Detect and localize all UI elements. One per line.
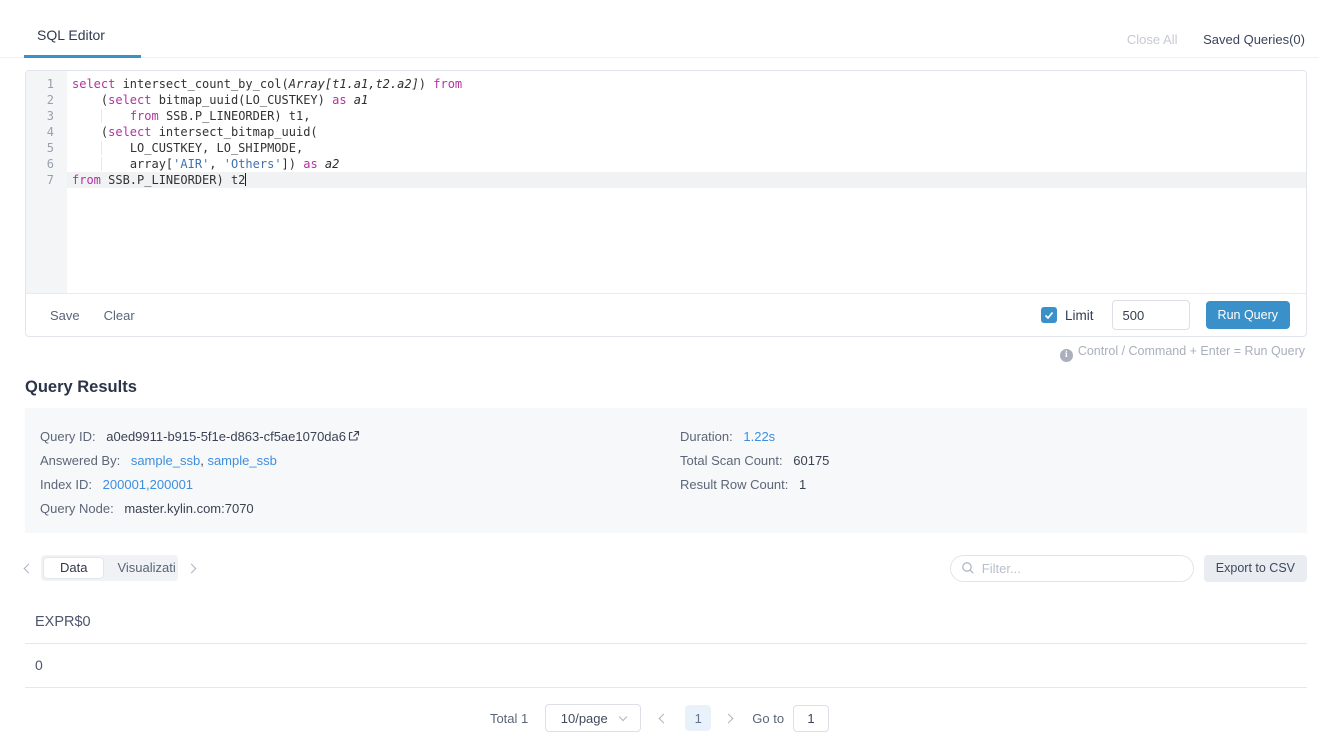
code-line[interactable]: (select bitmap_uuid(LO_CUSTKEY) as a1 — [67, 92, 1306, 108]
line-number: 3 — [26, 108, 54, 124]
page-number-active[interactable]: 1 — [685, 705, 711, 731]
code-editor[interactable]: 1234567 select intersect_count_by_col(Ar… — [26, 71, 1306, 293]
run-query-button[interactable]: Run Query — [1206, 301, 1290, 329]
next-page-icon[interactable] — [724, 713, 734, 723]
shortcut-hint: i Control / Command + Enter = Run Query — [0, 344, 1305, 362]
index-id-row: Index ID: 200001,200001 — [40, 473, 680, 497]
goto-label: Go to — [752, 711, 784, 726]
index-id-link[interactable]: 200001,200001 — [103, 477, 193, 492]
results-toolbar: Data Visualization Export to CSV — [25, 554, 1307, 582]
line-number: 4 — [26, 124, 54, 140]
clear-button[interactable]: Clear — [104, 308, 135, 323]
code-line[interactable]: (select intersect_bitmap_uuid( — [67, 124, 1306, 140]
line-number: 7 — [26, 172, 54, 188]
editor-tab-bar: SQL Editor Close All Saved Queries(0) — [0, 0, 1319, 58]
editor-footer: Save Clear Limit Run Query — [26, 293, 1306, 336]
code-line[interactable]: array['AIR', 'Others']) as a2 — [67, 156, 1306, 172]
info-icon: i — [1060, 349, 1073, 362]
index-id-label: Index ID: — [40, 477, 92, 492]
scan-count-label: Total Scan Count: — [680, 453, 783, 468]
query-node-label: Query Node: — [40, 501, 114, 516]
results-tab-group: Data Visualization — [41, 555, 178, 581]
save-button[interactable]: Save — [50, 308, 80, 323]
external-link-icon[interactable] — [348, 430, 360, 445]
query-results-title: Query Results — [25, 378, 1319, 397]
page-size-value: 10/page — [561, 711, 608, 726]
duration-row: Duration: 1.22s — [680, 425, 829, 449]
limit-input[interactable] — [1112, 300, 1190, 330]
query-id-label: Query ID: — [40, 429, 96, 444]
limit-checkbox[interactable] — [1041, 307, 1057, 323]
goto-page-input[interactable] — [793, 705, 829, 732]
code-lines[interactable]: select intersect_count_by_col(Array[t1.a… — [67, 71, 1306, 293]
answered-by-link[interactable]: sample_ssb — [207, 453, 276, 468]
answered-by-link[interactable]: sample_ssb — [131, 453, 200, 468]
table-row: 0 — [25, 644, 1307, 688]
answered-by-row: Answered By: sample_ssb, sample_ssb — [40, 449, 680, 473]
limit-label: Limit — [1065, 308, 1094, 323]
tabs-scroll-right-icon[interactable] — [187, 563, 197, 573]
tab-data[interactable]: Data — [44, 558, 103, 578]
query-id-row: Query ID: a0ed9911-b915-5f1e-d863-cf5ae1… — [40, 425, 680, 449]
duration-value[interactable]: 1.22s — [743, 429, 775, 444]
line-number: 2 — [26, 92, 54, 108]
page-size-select[interactable]: 10/page — [545, 704, 641, 732]
row-count-row: Result Row Count: 1 — [680, 473, 829, 497]
code-line[interactable]: from SSB.P_LINEORDER) t1, — [67, 108, 1306, 124]
pagination-total: Total 1 — [490, 711, 528, 726]
code-line[interactable]: LO_CUSTKEY, LO_SHIPMODE, — [67, 140, 1306, 156]
result-table: EXPR$0 0 — [25, 602, 1307, 688]
tab-sql-editor[interactable]: SQL Editor — [24, 27, 141, 58]
close-all-button[interactable]: Close All — [1127, 32, 1178, 47]
prev-page-icon[interactable] — [659, 713, 669, 723]
tab-sql-editor-label: SQL Editor — [37, 27, 105, 43]
query-node-row: Query Node: master.kylin.com:7070 — [40, 497, 680, 521]
chevron-down-icon — [619, 712, 627, 720]
pagination: Total 1 10/page 1 Go to — [0, 704, 1319, 732]
line-number: 5 — [26, 140, 54, 156]
filter-box — [950, 555, 1194, 582]
text-cursor — [245, 173, 246, 186]
code-line[interactable]: from SSB.P_LINEORDER) t2 — [67, 172, 1306, 188]
saved-queries-button[interactable]: Saved Queries(0) — [1203, 32, 1305, 47]
row-count-value: 1 — [799, 477, 806, 492]
row-count-label: Result Row Count: — [680, 477, 788, 492]
results-info-right: Duration: 1.22s Total Scan Count: 60175 … — [680, 425, 829, 521]
filter-input[interactable] — [982, 561, 1183, 576]
line-number: 1 — [26, 76, 54, 92]
scan-count-row: Total Scan Count: 60175 — [680, 449, 829, 473]
query-id-value: a0ed9911-b915-5f1e-d863-cf5ae1070da6 — [106, 429, 346, 444]
line-number: 6 — [26, 156, 54, 172]
table-header-exprs0: EXPR$0 — [25, 602, 1307, 644]
check-icon — [1044, 311, 1054, 320]
results-info-left: Query ID: a0ed9911-b915-5f1e-d863-cf5ae1… — [40, 425, 680, 521]
tabs-scroll-left-icon[interactable] — [24, 563, 34, 573]
scan-count-value: 60175 — [793, 453, 829, 468]
answered-by-label: Answered By: — [40, 453, 120, 468]
tab-visualization[interactable]: Visualization — [103, 558, 175, 578]
export-csv-button[interactable]: Export to CSV — [1204, 555, 1307, 582]
code-line[interactable]: select intersect_count_by_col(Array[t1.a… — [67, 76, 1306, 92]
toolbar-right: Export to CSV — [950, 555, 1307, 582]
top-actions: Close All Saved Queries(0) — [1127, 32, 1305, 47]
duration-label: Duration: — [680, 429, 733, 444]
sql-editor-card: 1234567 select intersect_count_by_col(Ar… — [25, 70, 1307, 337]
query-node-value: master.kylin.com:7070 — [124, 501, 253, 516]
query-results-panel: Query ID: a0ed9911-b915-5f1e-d863-cf5ae1… — [25, 408, 1307, 533]
shortcut-hint-text: Control / Command + Enter = Run Query — [1078, 344, 1305, 358]
search-icon — [961, 561, 975, 575]
gutter: 1234567 — [26, 71, 67, 293]
run-controls: Limit Run Query — [1041, 300, 1290, 330]
